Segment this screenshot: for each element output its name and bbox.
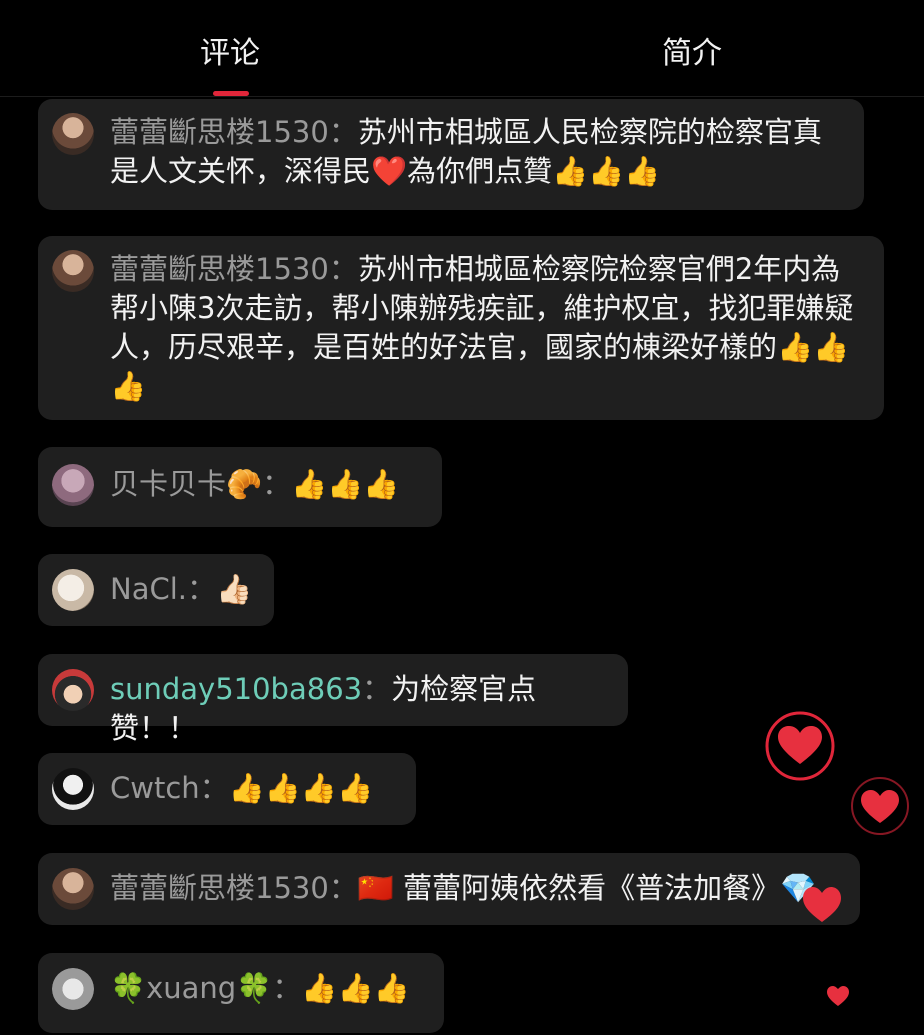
username-separator: ： bbox=[328, 115, 358, 149]
active-tab-indicator bbox=[213, 91, 249, 96]
comment-text: 👍👍👍 bbox=[301, 971, 410, 1005]
comment-username[interactable]: 蕾蕾斷思楼1530 bbox=[110, 871, 329, 905]
comment-username[interactable]: Cwtch bbox=[110, 771, 200, 805]
comment-bubble[interactable]: 蕾蕾斷思楼1530：苏州市相城區人民检察院的检察官真是人文关怀，深得民❤️為你們… bbox=[38, 99, 864, 210]
comment-username[interactable]: 贝卡贝卡🥐 bbox=[110, 467, 262, 501]
tab-comments[interactable]: 评论 bbox=[200, 28, 260, 72]
avatar[interactable] bbox=[52, 250, 94, 292]
username-separator: ： bbox=[328, 871, 358, 905]
comment-bubble[interactable]: 贝卡贝卡🥐：👍👍👍 bbox=[38, 447, 442, 527]
comment-username[interactable]: 蕾蕾斷思楼1530 bbox=[110, 252, 329, 286]
username-separator: ： bbox=[187, 572, 217, 606]
username-separator: ： bbox=[362, 672, 392, 706]
comment-username[interactable]: 🍀xuang🍀 bbox=[110, 971, 272, 1005]
username-separator: ： bbox=[262, 467, 292, 501]
comment-username[interactable]: NaCl. bbox=[110, 572, 187, 606]
avatar[interactable] bbox=[52, 464, 94, 506]
comment-username[interactable]: 蕾蕾斷思楼1530 bbox=[110, 115, 329, 149]
comment-bubble[interactable]: Cwtch：👍👍👍👍 bbox=[38, 753, 416, 825]
comment-bubble[interactable]: 蕾蕾斷思楼1530：🇨🇳 蕾蕾阿姨依然看《普法加餐》💎 bbox=[38, 853, 860, 925]
avatar[interactable] bbox=[52, 868, 94, 910]
heart-icon bbox=[827, 986, 849, 1006]
comment-text: 🇨🇳 蕾蕾阿姨依然看《普法加餐》💎 bbox=[357, 871, 817, 905]
heart-icon bbox=[851, 777, 909, 835]
tab-intro[interactable]: 简介 bbox=[662, 28, 722, 72]
avatar[interactable] bbox=[52, 669, 94, 711]
username-separator: ： bbox=[199, 771, 229, 805]
comment-bubble[interactable]: 🍀xuang🍀：👍👍👍 bbox=[38, 953, 444, 1033]
avatar[interactable] bbox=[52, 113, 94, 155]
comment-text: 👍👍👍 bbox=[291, 467, 400, 501]
username-separator: ： bbox=[272, 971, 302, 1005]
comment-text: 👍🏻 bbox=[216, 572, 253, 606]
tab-bar: 评论 简介 bbox=[0, 0, 924, 97]
comment-bubble[interactable]: 蕾蕾斷思楼1530：苏州市相城區检察院检察官們2年内為帮小陳3次走訪，帮小陳辦残… bbox=[38, 236, 884, 420]
username-separator: ： bbox=[328, 252, 358, 286]
comment-bubble[interactable]: NaCl.：👍🏻 bbox=[38, 554, 274, 626]
comment-bubble[interactable]: sunday510ba863：为检察官点赞！！ bbox=[38, 654, 628, 745]
heart-icon bbox=[765, 711, 835, 781]
avatar[interactable] bbox=[52, 968, 94, 1010]
comment-username[interactable]: sunday510ba863 bbox=[110, 672, 362, 706]
heart-icon bbox=[803, 887, 841, 922]
avatar[interactable] bbox=[52, 569, 94, 611]
comment-text: 👍👍👍👍 bbox=[228, 771, 374, 805]
avatar[interactable] bbox=[52, 768, 94, 810]
